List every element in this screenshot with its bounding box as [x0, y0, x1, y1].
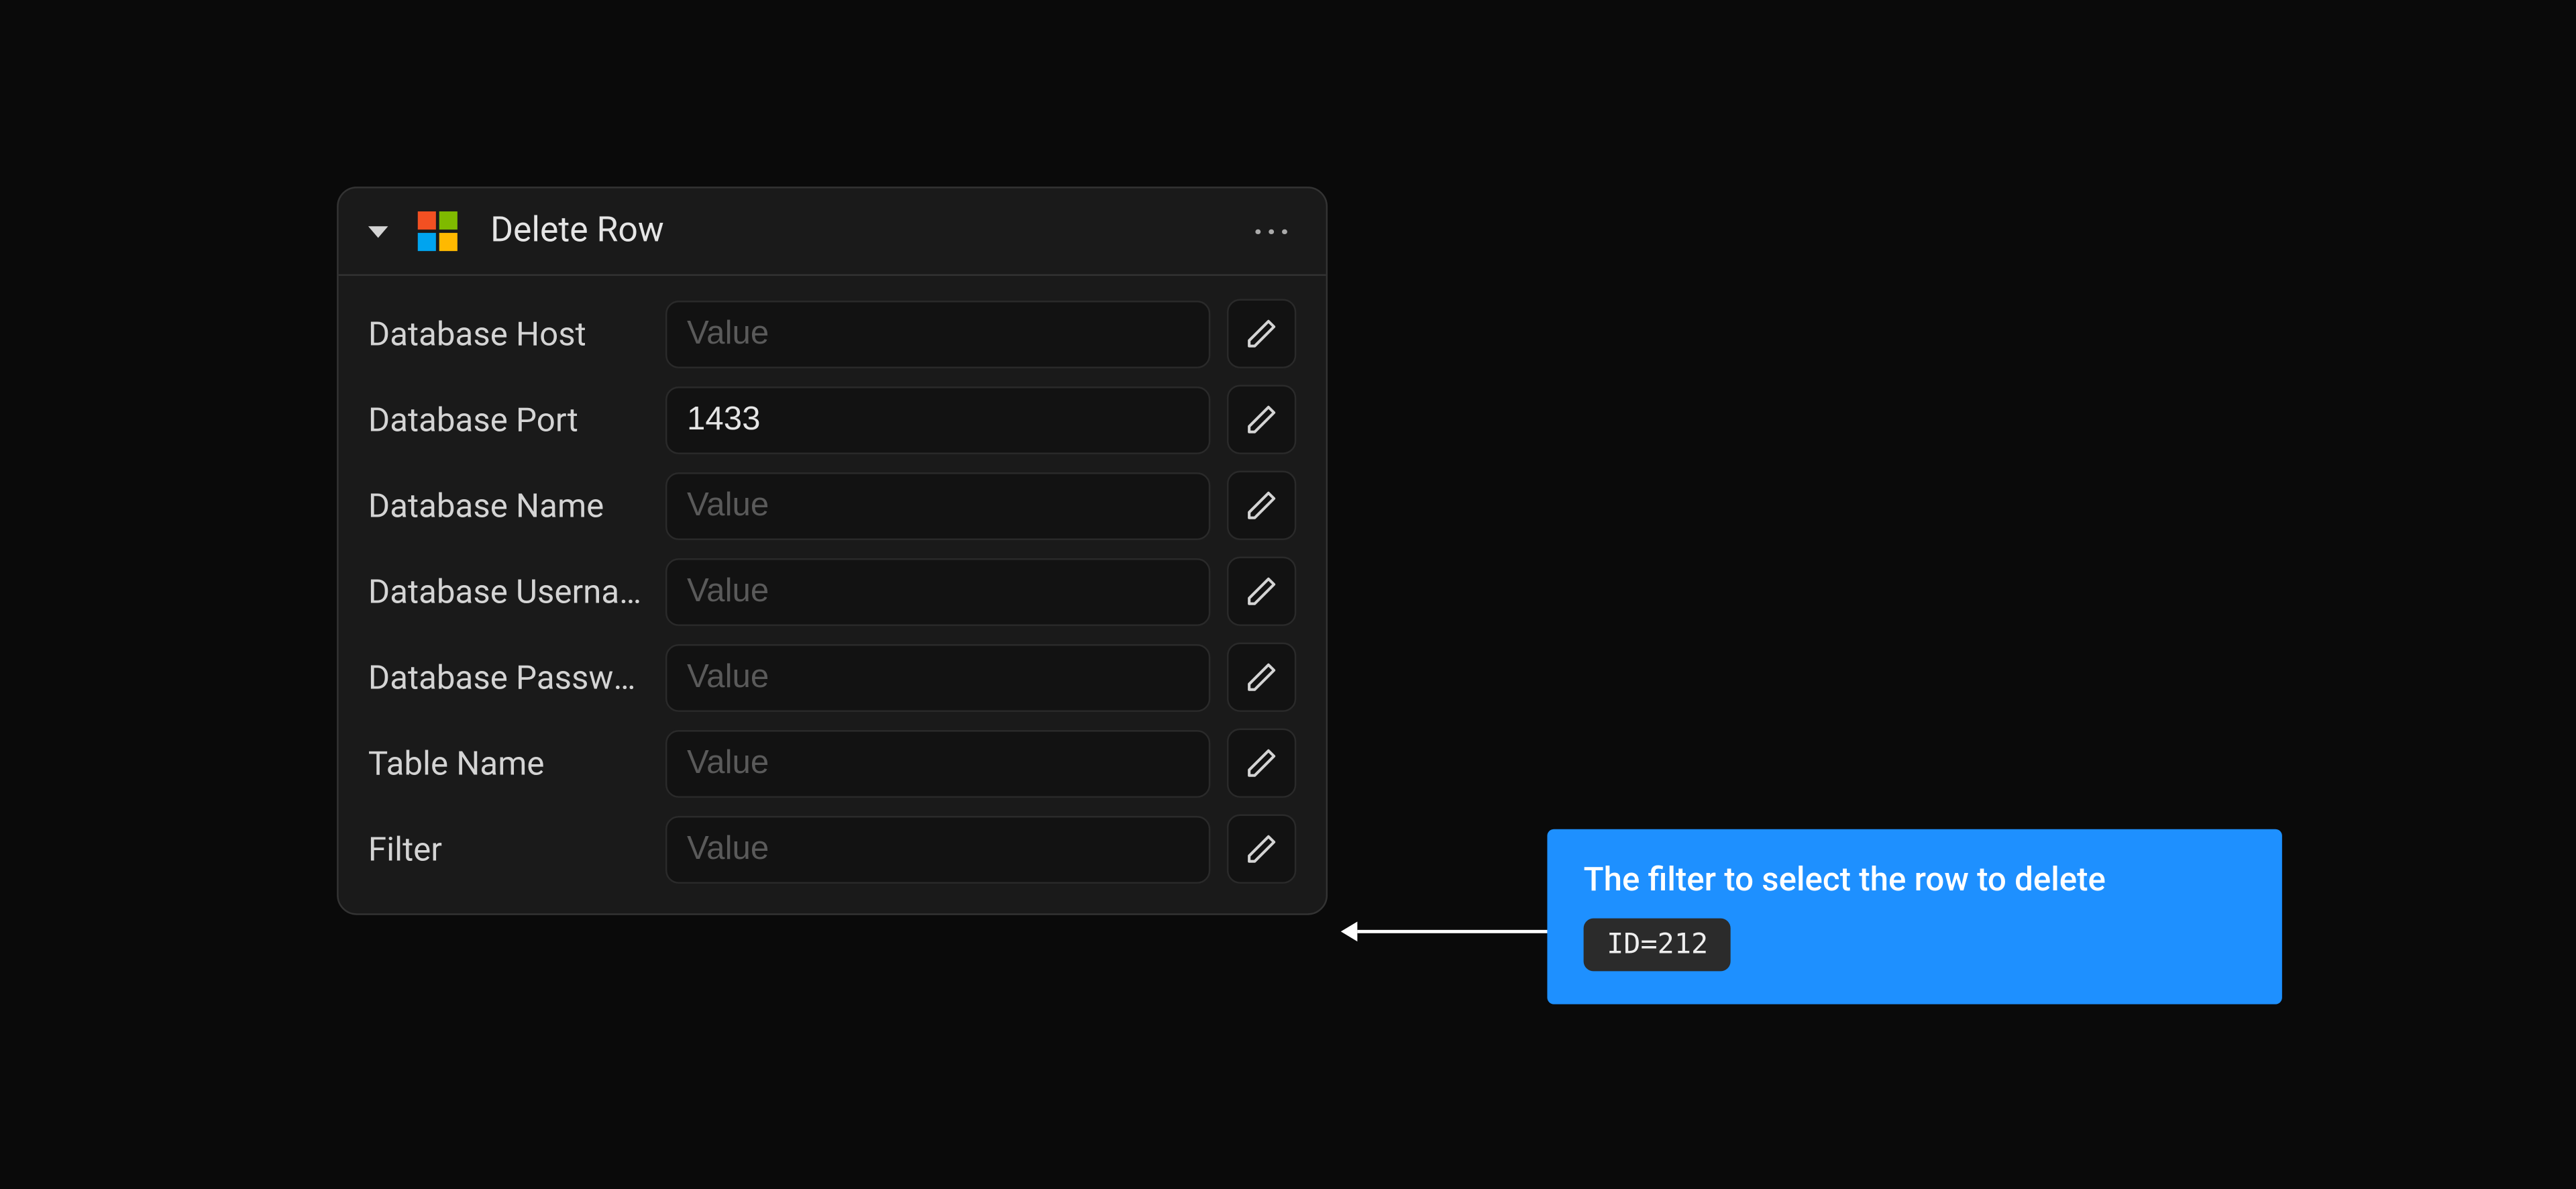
field-row-database-host: Database Host [368, 299, 1296, 368]
edit-database-port-button[interactable] [1227, 385, 1296, 454]
field-label: Database Host [368, 314, 649, 354]
edit-filter-button[interactable] [1227, 815, 1296, 884]
pencil-icon [1245, 489, 1278, 522]
edit-database-host-button[interactable] [1227, 299, 1296, 368]
pencil-icon [1245, 575, 1278, 608]
panel-body: Database Host Database Port Database Name D… [339, 276, 1326, 913]
field-label: Database Name [368, 486, 649, 525]
table-name-input[interactable] [665, 729, 1210, 797]
collapse-caret-icon[interactable] [368, 225, 388, 237]
pencil-icon [1245, 747, 1278, 780]
database-host-input[interactable] [665, 300, 1210, 368]
database-password-input[interactable] [665, 643, 1210, 711]
database-username-input[interactable] [665, 558, 1210, 625]
field-row-database-password: Database Password [368, 643, 1296, 712]
callout-arrow-line [1357, 930, 1547, 933]
pencil-icon [1245, 403, 1278, 436]
callout-example-code: ID=212 [1584, 919, 1731, 972]
panel-title: Delete Row [490, 211, 1250, 251]
microsoft-icon [418, 211, 458, 251]
field-label: Filter [368, 829, 649, 869]
field-label: Database Username [368, 572, 649, 611]
panel-header: Delete Row ··· [339, 189, 1326, 276]
field-row-filter: Filter [368, 815, 1296, 884]
pencil-icon [1245, 317, 1278, 350]
callout-title: The filter to select the row to delete [1584, 859, 2246, 898]
edit-database-password-button[interactable] [1227, 643, 1296, 712]
edit-database-name-button[interactable] [1227, 471, 1296, 540]
database-name-input[interactable] [665, 472, 1210, 539]
pencil-icon [1245, 833, 1278, 866]
filter-input[interactable] [665, 815, 1210, 883]
pencil-icon [1245, 661, 1278, 694]
callout-arrow-head-icon [1341, 922, 1358, 942]
edit-database-username-button[interactable] [1227, 557, 1296, 626]
field-label: Database Password [368, 658, 649, 697]
field-row-database-port: Database Port [368, 385, 1296, 454]
filter-hint-callout: The filter to select the row to delete I… [1547, 829, 2282, 1004]
field-row-database-name: Database Name [368, 471, 1296, 540]
field-row-table-name: Table Name [368, 729, 1296, 798]
field-row-database-username: Database Username [368, 557, 1296, 626]
database-port-input[interactable] [665, 386, 1210, 454]
edit-table-name-button[interactable] [1227, 729, 1296, 798]
field-label: Table Name [368, 743, 649, 783]
delete-row-panel: Delete Row ··· Database Host Database Por… [337, 187, 1328, 915]
field-label: Database Port [368, 400, 649, 440]
more-options-button[interactable]: ··· [1250, 216, 1296, 246]
